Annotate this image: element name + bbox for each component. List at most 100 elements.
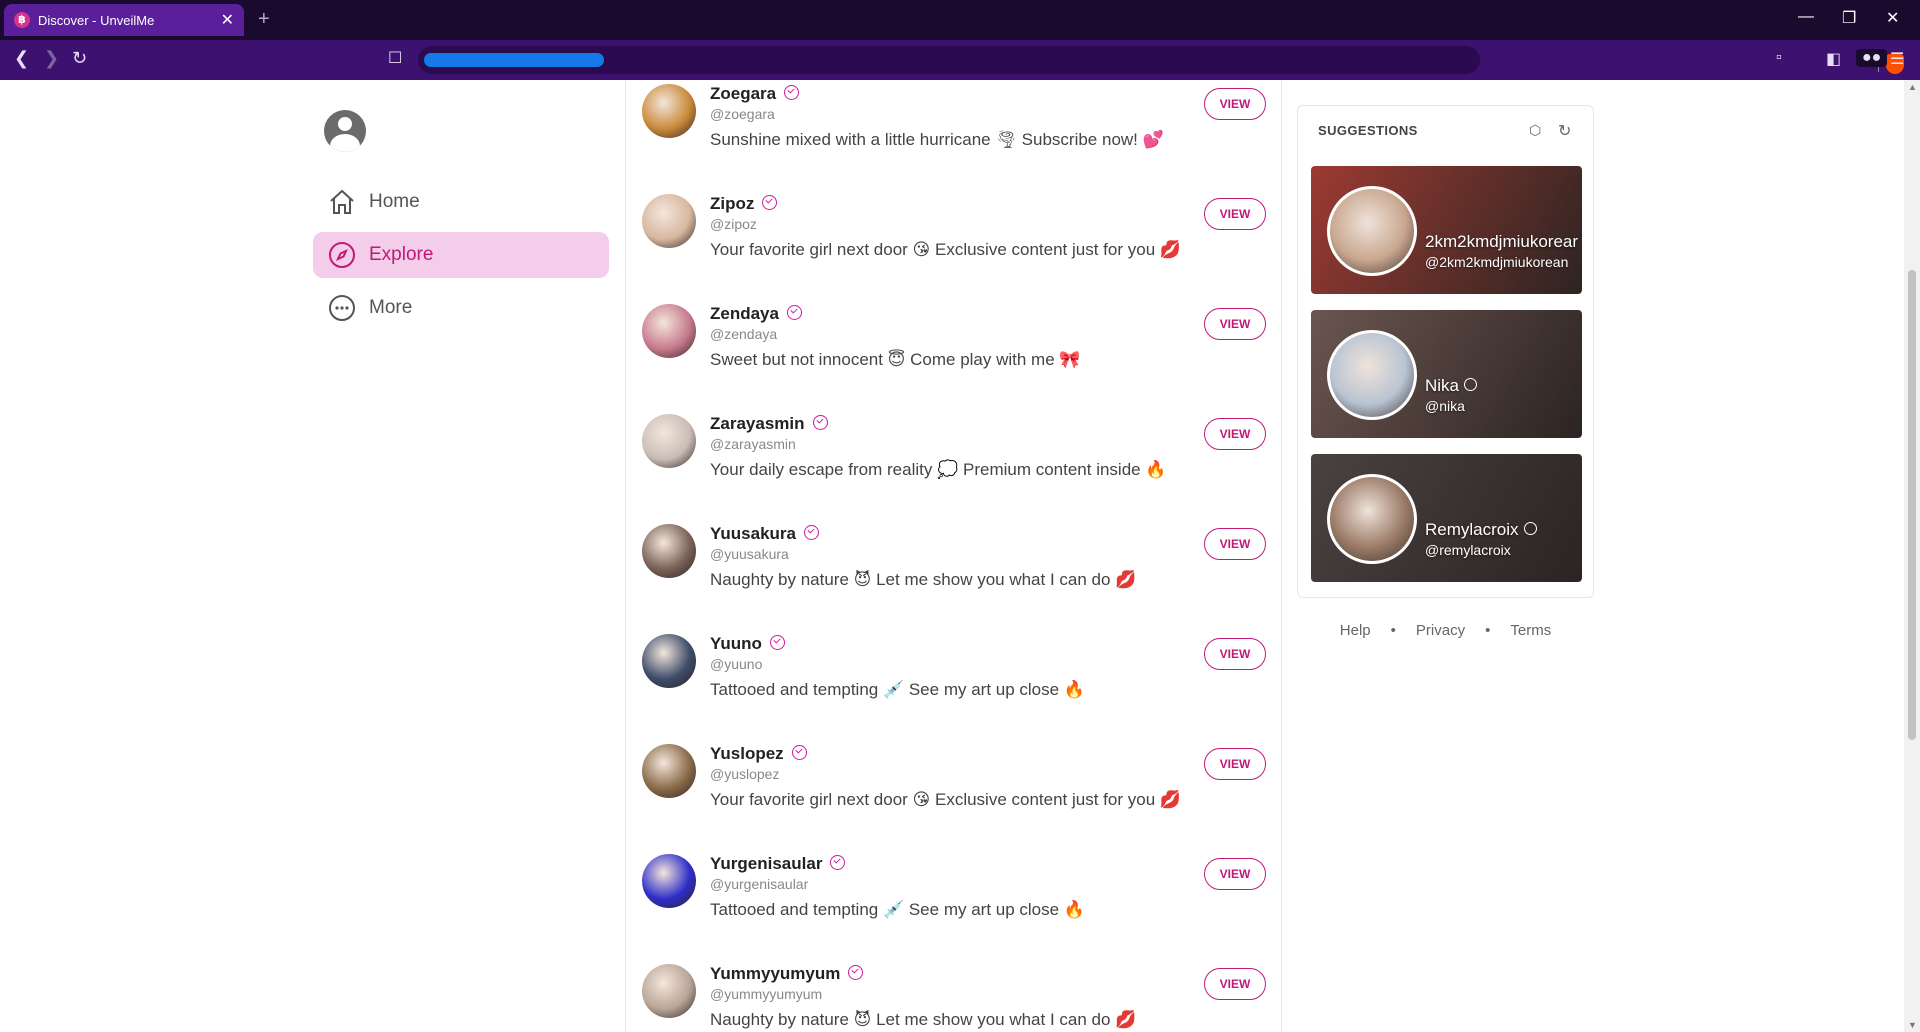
verified-icon	[848, 965, 864, 980]
creator-avatar[interactable]	[642, 854, 696, 908]
creator-avatar[interactable]	[642, 414, 696, 468]
minimize-icon[interactable]: —	[1798, 8, 1814, 26]
creator-name[interactable]: Yurgenisaular	[710, 854, 846, 874]
suggestions-panel: SUGGESTIONS ⬡ ↻ 2km2kmdjmiukorear @2km2km…	[1297, 105, 1594, 598]
nav-label-home: Home	[369, 191, 420, 212]
user-avatar-icon[interactable]	[324, 110, 366, 152]
creator-avatar[interactable]	[642, 194, 696, 248]
suggestion-name[interactable]: 2km2kmdjmiukorear	[1425, 232, 1578, 252]
view-button[interactable]: VIEW	[1204, 198, 1266, 230]
bookmark-icon[interactable]: ☐	[388, 48, 402, 68]
tag-icon[interactable]: ⬡	[1529, 122, 1541, 139]
footer-link-terms[interactable]: Terms	[1510, 622, 1551, 639]
footer-sep: •	[1390, 622, 1396, 639]
creator-row[interactable]: Zoegara @zoegara Sunshine mixed with a lit…	[626, 80, 1281, 182]
creator-avatar[interactable]	[642, 964, 696, 1018]
creator-bio: Naughty by nature 😈 Let me show you what…	[710, 570, 1137, 589]
creator-name[interactable]: Zipoz	[710, 194, 778, 214]
tab-search-icon[interactable]: ▫	[1776, 49, 1782, 67]
creator-name[interactable]: Yummyyumyum	[710, 964, 864, 984]
view-button[interactable]: VIEW	[1204, 968, 1266, 1000]
suggestion-name[interactable]: Remylacroix	[1425, 520, 1537, 540]
browser-tab[interactable]: ฿ Discover - UnveilMe ✕	[4, 4, 244, 36]
creator-row[interactable]: Zendaya @zendaya Sweet but not innocent 😇 …	[626, 292, 1281, 402]
close-tab-icon[interactable]: ✕	[221, 10, 234, 30]
creator-handle: @zoegara	[710, 106, 775, 122]
nav-item-more[interactable]: More	[313, 285, 609, 331]
creator-handle: @yuuno	[710, 656, 763, 672]
reload-icon[interactable]: ↻	[72, 48, 87, 69]
restore-icon[interactable]: ❐	[1842, 8, 1856, 28]
creator-row[interactable]: Yuslopez @yuslopez Your favorite girl next…	[626, 732, 1281, 842]
creator-row[interactable]: Yuuno @yuuno Tattooed and tempting 💉 See m…	[626, 622, 1281, 732]
creator-name[interactable]: Yuslopez	[710, 744, 807, 764]
menu-icon[interactable]: ☰	[1890, 49, 1904, 69]
suggestion-handle: @nika	[1425, 398, 1465, 414]
view-button[interactable]: VIEW	[1204, 418, 1266, 450]
creator-avatar[interactable]	[642, 744, 696, 798]
view-button[interactable]: VIEW	[1204, 528, 1266, 560]
creator-avatar[interactable]	[642, 84, 696, 138]
creator-bio: Tattooed and tempting 💉 See my art up cl…	[710, 680, 1085, 699]
verified-icon	[762, 195, 778, 210]
creator-handle: @zarayasmin	[710, 436, 796, 452]
address-bar[interactable]	[418, 46, 1904, 74]
creator-handle: @yummyyumyum	[710, 986, 823, 1002]
view-button[interactable]: VIEW	[1204, 88, 1266, 120]
suggestion-card[interactable]: Remylacroix @remylacroix	[1311, 454, 1582, 582]
scroll-down-icon[interactable]: ▼	[1908, 1020, 1917, 1030]
view-button[interactable]: VIEW	[1204, 858, 1266, 890]
creator-bio: Naughty by nature 😈 Let me show you what…	[710, 1010, 1137, 1029]
creator-avatar[interactable]	[642, 634, 696, 688]
nav-item-explore[interactable]: Explore	[313, 232, 609, 278]
creator-bio: Tattooed and tempting 💉 See my art up cl…	[710, 900, 1085, 919]
creator-row[interactable]: Yurgenisaular @yurgenisaular Tattooed and …	[626, 842, 1281, 952]
suggestions-title: SUGGESTIONS	[1318, 123, 1418, 138]
creator-name[interactable]: Zendaya	[710, 304, 802, 324]
suggestion-card[interactable]: 2km2kmdjmiukorear @2km2kmdjmiukorean	[1311, 166, 1582, 294]
close-window-icon[interactable]: ✕	[1886, 8, 1899, 28]
creator-name[interactable]: Zarayasmin	[710, 414, 828, 434]
footer-link-help[interactable]: Help	[1340, 622, 1371, 639]
page-scrollbar[interactable]: ▲ ▼	[1904, 80, 1920, 1032]
creator-row[interactable]: Yummyyumyum @yummyyumyum Naughty by nature…	[626, 952, 1281, 1032]
new-tab-button[interactable]: +	[258, 8, 270, 31]
verified-icon	[830, 855, 846, 870]
back-icon[interactable]: ❮	[14, 48, 29, 69]
suggestion-card[interactable]: Nika @nika	[1311, 310, 1582, 438]
refresh-icon[interactable]: ↻	[1558, 121, 1571, 141]
creator-row[interactable]: Zarayasmin @zarayasmin Your daily escape f…	[626, 402, 1281, 512]
suggestion-handle: @remylacroix	[1425, 542, 1511, 558]
creator-bio: Your favorite girl next door 😘 Exclusive…	[710, 790, 1182, 809]
creator-avatar[interactable]	[642, 524, 696, 578]
creator-handle: @yuusakura	[710, 546, 789, 562]
creator-row[interactable]: Yuusakura @yuusakura Naughty by nature 😈 L…	[626, 512, 1281, 622]
view-button[interactable]: VIEW	[1204, 748, 1266, 780]
creator-name[interactable]: Yuuno	[710, 634, 785, 654]
creator-name[interactable]: Zoegara	[710, 84, 800, 104]
footer-link-privacy[interactable]: Privacy	[1416, 622, 1465, 639]
suggestion-avatar[interactable]	[1327, 474, 1417, 564]
verified-icon	[784, 85, 800, 100]
forward-icon[interactable]: ❯	[44, 48, 59, 69]
creator-handle: @zendaya	[710, 326, 778, 342]
sidebar-icon[interactable]: ◧	[1826, 49, 1841, 69]
creator-name[interactable]: Yuusakura	[710, 524, 819, 544]
nav-item-home[interactable]: Home	[313, 179, 609, 225]
verified-icon	[786, 305, 802, 320]
suggestion-avatar[interactable]	[1327, 330, 1417, 420]
verified-icon	[1523, 522, 1537, 535]
scrollbar-thumb[interactable]	[1908, 270, 1916, 740]
view-button[interactable]: VIEW	[1204, 308, 1266, 340]
suggestion-name[interactable]: Nika	[1425, 376, 1478, 396]
suggestion-avatar[interactable]	[1327, 186, 1417, 276]
wallet-icon[interactable]: ●●	[1856, 49, 1888, 67]
view-button[interactable]: VIEW	[1204, 638, 1266, 670]
tab-title: Discover - UnveilMe	[38, 12, 155, 28]
creator-handle: @yurgenisaular	[710, 876, 809, 892]
verified-icon	[1464, 378, 1478, 391]
creator-avatar[interactable]	[642, 304, 696, 358]
creator-row[interactable]: Zipoz @zipoz Your favorite girl next door …	[626, 182, 1281, 292]
creator-bio: Your favorite girl next door 😘 Exclusive…	[710, 240, 1182, 259]
scroll-up-icon[interactable]: ▲	[1908, 82, 1917, 92]
